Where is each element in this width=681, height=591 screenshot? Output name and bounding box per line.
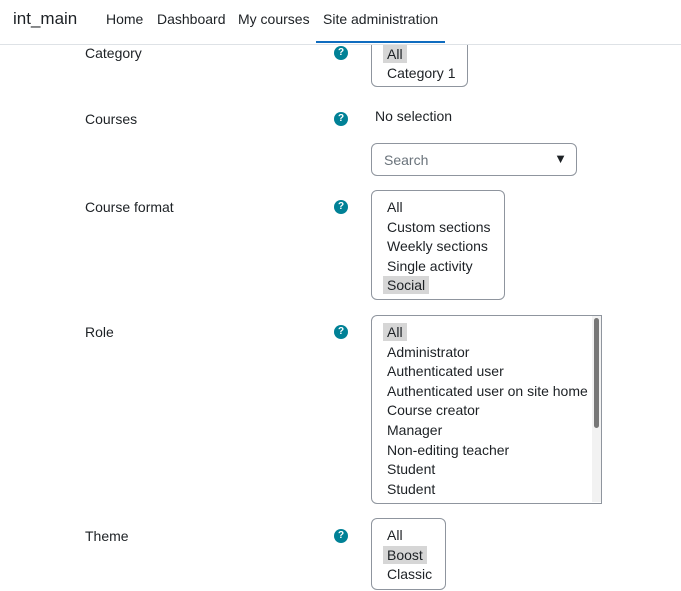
role-scrollbar-thumb[interactable]: [594, 318, 599, 428]
help-icon[interactable]: ?: [334, 112, 348, 126]
role-option[interactable]: Student: [383, 460, 439, 478]
role-select[interactable]: All Administrator Authenticated user Aut…: [371, 315, 602, 504]
role-option[interactable]: Administrator: [383, 343, 473, 361]
role-option[interactable]: Course creator: [383, 401, 484, 419]
nav-site-administration[interactable]: Site administration: [315, 11, 446, 43]
courses-label: Courses: [85, 111, 138, 127]
help-icon[interactable]: ?: [334, 325, 348, 339]
help-icon[interactable]: ?: [334, 529, 348, 543]
help-icon[interactable]: ?: [334, 200, 348, 214]
category-option-all[interactable]: All: [383, 45, 407, 63]
top-navbar: int_main Home Dashboard My courses Site …: [0, 0, 681, 45]
courses-search-input[interactable]: Search ▼: [371, 143, 577, 176]
course-format-option[interactable]: Custom sections: [383, 218, 494, 236]
role-option[interactable]: Authenticated user on site home: [383, 382, 592, 400]
role-option[interactable]: All: [383, 323, 407, 341]
theme-select[interactable]: All Boost Classic: [371, 518, 446, 590]
nav-dashboard[interactable]: Dashboard: [157, 11, 226, 27]
nav-home[interactable]: Home: [106, 11, 143, 27]
help-icon[interactable]: ?: [334, 46, 348, 60]
course-format-label: Course format: [85, 199, 174, 215]
nav-my-courses[interactable]: My courses: [238, 11, 310, 27]
course-format-option[interactable]: Weekly sections: [383, 237, 492, 255]
course-format-option[interactable]: All: [383, 198, 407, 216]
role-label: Role: [85, 324, 114, 340]
theme-option[interactable]: Classic: [383, 565, 436, 583]
role-scrollbar[interactable]: [592, 316, 601, 502]
role-option[interactable]: Authenticated user: [383, 362, 508, 380]
theme-option[interactable]: Boost: [383, 546, 427, 564]
theme-option[interactable]: All: [383, 526, 407, 544]
role-option[interactable]: Non-editing teacher: [383, 441, 513, 459]
course-format-option[interactable]: Social: [383, 276, 430, 294]
course-format-select[interactable]: All Custom sections Weekly sections Sing…: [371, 190, 505, 300]
theme-label: Theme: [85, 528, 129, 544]
course-format-option[interactable]: Single activity: [383, 257, 477, 275]
category-label: Category: [85, 45, 142, 61]
search-placeholder: Search: [384, 152, 429, 168]
caret-down-icon[interactable]: ▼: [554, 151, 567, 166]
role-option[interactable]: Student: [383, 480, 439, 498]
category-option-category-1[interactable]: Category 1: [383, 64, 459, 82]
site-brand[interactable]: int_main: [13, 9, 77, 29]
courses-no-selection: No selection: [375, 108, 453, 124]
role-option[interactable]: Manager: [383, 421, 446, 439]
